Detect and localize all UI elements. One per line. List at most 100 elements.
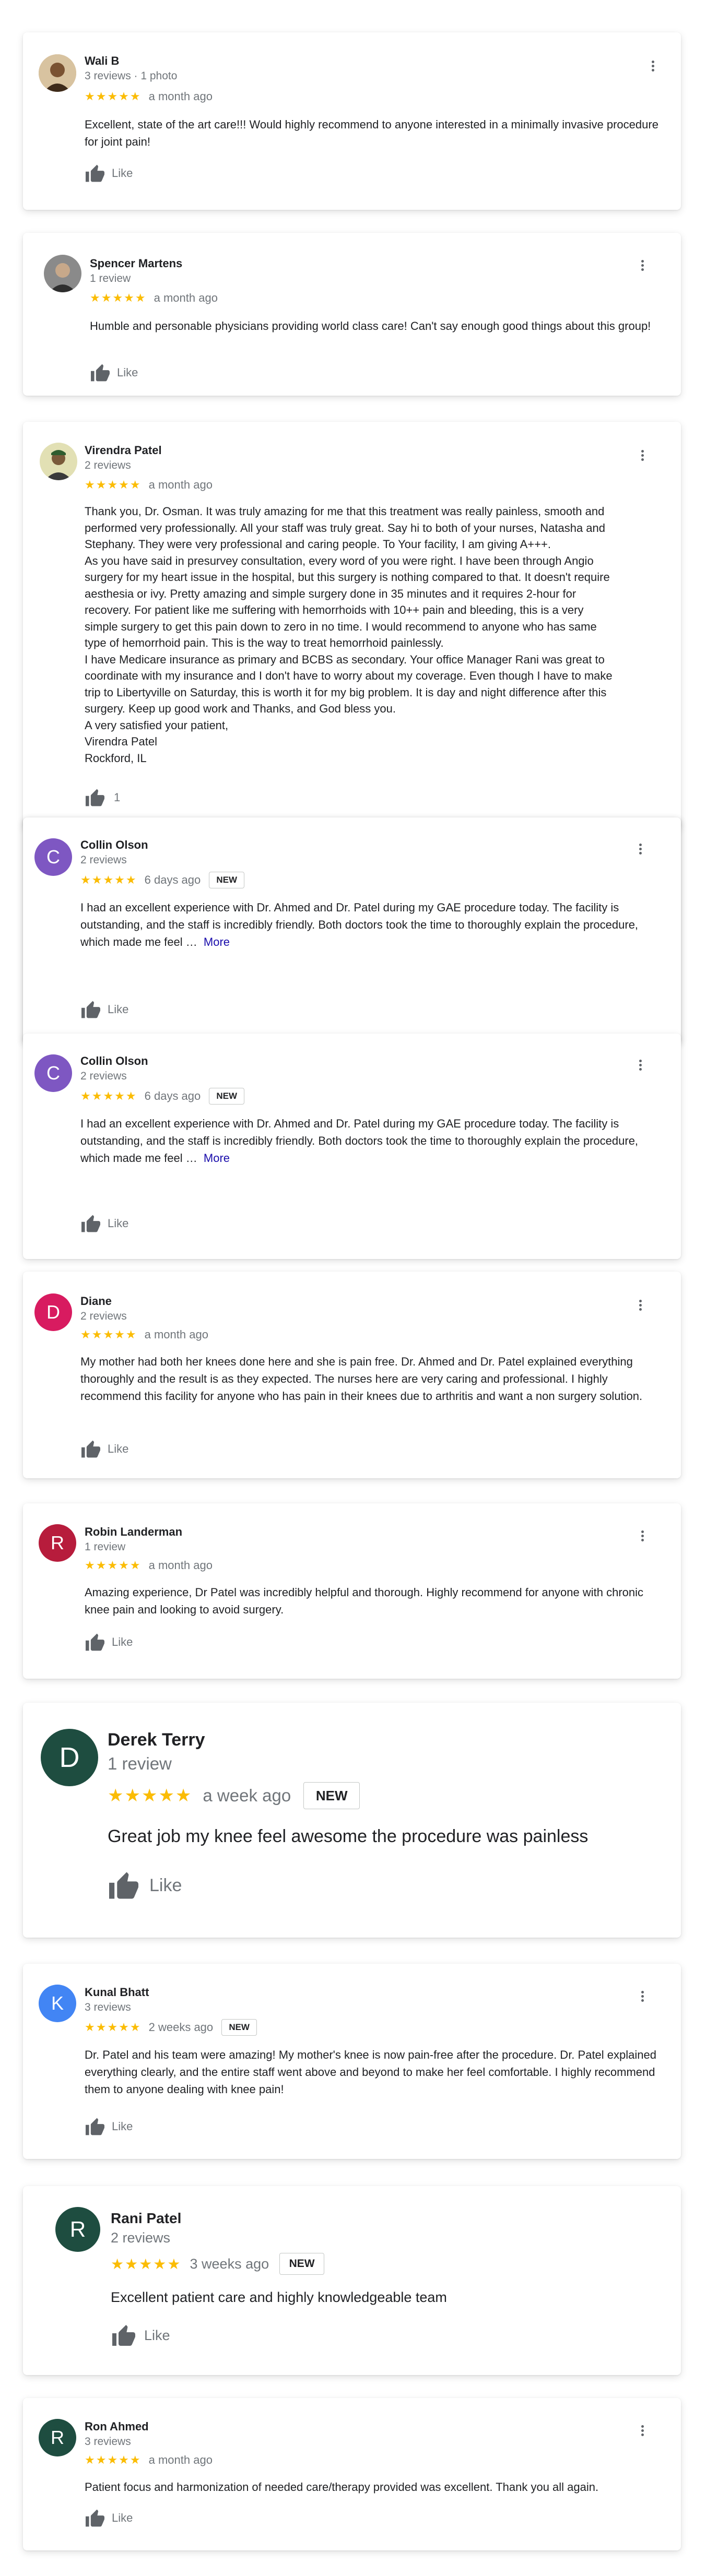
rating-row: ★★★★★ a week ago NEW [108,1782,360,1809]
like-label: Like [112,167,133,180]
star-rating: ★★★★★ [111,2256,182,2272]
thumbs-up-icon [91,364,110,382]
like-label: Like [112,2120,133,2133]
reviewer-name[interactable]: Collin Olson [80,1054,148,1068]
avatar-letter: D [46,1301,60,1323]
reviewer-name[interactable]: Ron Ahmed [85,2420,149,2433]
reviewer-avatar[interactable]: C [34,1054,72,1092]
review-text: I had an excellent experience with Dr. A… [80,1115,670,1167]
thumbs-up-icon [86,2509,104,2527]
reviewer-name[interactable]: Diane [80,1295,112,1308]
reviewer-meta: 3 reviews [85,2436,131,2448]
rating-row: ★★★★★ a month ago [85,478,213,492]
review-text-line: Virendra Patel [85,735,158,748]
more-options-icon[interactable] [635,448,650,462]
more-options-icon[interactable] [635,258,650,272]
reviewer-name[interactable]: Virendra Patel [85,444,162,457]
reviewer-avatar[interactable]: D [41,1729,98,1786]
like-button[interactable]: Like [85,164,133,183]
rating-row: ★★★★★ 3 weeks ago NEW [111,2253,325,2275]
thumbs-up-icon [86,1633,104,1651]
review-text: Amazing experience, Dr Patel was incredi… [85,1586,643,1616]
reviewer-meta: 2 reviews [80,854,127,866]
reviewer-meta: 3 reviews · 1 photo [85,70,178,82]
avatar-letter: C [46,846,60,868]
review-text-line: As you have said in presurvey consultati… [85,554,594,567]
review-text-line: surgery for my heart issue in the hospit… [85,571,610,584]
person-photo-icon [44,255,81,292]
review-text: I had an excellent experience with Dr. A… [80,899,670,951]
thumbs-up-icon [109,1872,138,1899]
thumbs-up-icon [81,1215,100,1232]
review-text: Dr. Patel and his team were amazing! My … [85,2048,656,2096]
thumbs-up-icon [112,2325,135,2346]
more-options-icon[interactable] [633,1298,648,1312]
more-options-icon[interactable] [635,1989,650,2003]
more-link[interactable]: More [204,1152,230,1165]
more-options-icon[interactable] [635,2423,650,2438]
reviewer-avatar[interactable]: R [55,2207,100,2252]
reviewer-meta: 2 reviews [85,459,131,471]
reviewer-avatar[interactable] [40,443,77,480]
more-options-icon[interactable] [635,1528,650,1543]
avatar-letter: R [51,1532,64,1553]
reviewer-name[interactable]: Spencer Martens [90,257,182,270]
review-card: Virendra Patel 2 reviews ★★★★★ a month a… [23,422,681,829]
avatar-letter: R [69,2217,86,2241]
reviewer-name[interactable]: Collin Olson [80,838,148,852]
like-button[interactable]: Like [80,1440,128,1458]
reviewer-avatar[interactable] [44,255,81,292]
more-options-icon[interactable] [633,841,648,856]
review-date: 3 weeks ago [190,2256,269,2272]
review-text: Patient focus and harmonization of neede… [85,2480,599,2494]
rating-row: ★★★★★ a month ago [85,1559,213,1572]
review-text-line: recovery. For patient like me suffering … [85,603,584,616]
star-rating: ★★★★★ [80,1089,137,1102]
star-rating: ★★★★★ [85,478,142,491]
star-rating: ★★★★★ [85,1559,142,1572]
reviewer-name[interactable]: Derek Terry [108,1730,205,1750]
reviewer-name[interactable]: Rani Patel [111,2210,181,2227]
review-text: Excellent patient care and highly knowle… [111,2289,447,2305]
review-card: C Collin Olson 2 reviews ★★★★★ 6 days ag… [23,1034,681,1259]
review-text-line: aesthesia or ivy. Pretty amazing and sim… [85,587,576,600]
review-text-line: I have Medicare insurance as primary and… [85,652,605,666]
like-button[interactable]: 1 [85,788,120,807]
like-button[interactable]: Like [85,2509,133,2527]
review-date: a month ago [144,1328,208,1341]
like-button[interactable]: Like [111,2324,170,2347]
reviewer-name[interactable]: Kunal Bhatt [85,1986,149,1999]
thumbs-up-icon [81,1440,100,1458]
like-button[interactable]: Like [85,2117,133,2136]
review-date: 6 days ago [144,873,201,886]
review-text: Thank you, Dr. Osman. It was truly amazi… [85,503,669,766]
reviewer-name[interactable]: Robin Landerman [85,1525,182,1539]
review-text-line: A very satisfied your patient, [85,718,229,732]
avatar-letter: C [46,1062,60,1084]
review-text-line: Rockford, IL [85,751,147,765]
more-options-icon[interactable] [645,58,660,73]
reviewer-meta: 2 reviews [111,2230,171,2246]
review-text-line: trip to Libertyville on Saturday, this i… [85,685,607,699]
star-rating: ★★★★★ [85,90,142,103]
reviewer-avatar[interactable]: C [34,838,72,876]
reviewer-name[interactable]: Wali B [85,54,119,68]
like-button[interactable]: Like [108,1871,182,1900]
rating-row: ★★★★★ a month ago [85,2453,213,2467]
reviewer-avatar[interactable] [39,54,76,92]
review-text: My mother had both her knees done here a… [80,1355,643,1403]
more-options-icon[interactable] [633,1058,648,1072]
like-button[interactable]: Like [90,363,138,382]
review-text-line: Thank you, Dr. Osman. It was truly amazi… [85,505,605,518]
like-button[interactable]: Like [85,1633,133,1652]
star-rating: ★★★★★ [90,291,147,304]
like-button[interactable]: Like [80,1214,128,1233]
reviewer-avatar[interactable]: K [39,1985,76,2022]
like-button[interactable]: Like [80,1000,128,1019]
more-link[interactable]: More [204,935,230,948]
reviewer-avatar[interactable]: D [34,1293,72,1331]
star-rating: ★★★★★ [85,2453,142,2466]
new-badge: NEW [303,1782,360,1809]
reviewer-avatar[interactable]: R [39,1524,76,1562]
reviewer-avatar[interactable]: R [39,2419,76,2456]
